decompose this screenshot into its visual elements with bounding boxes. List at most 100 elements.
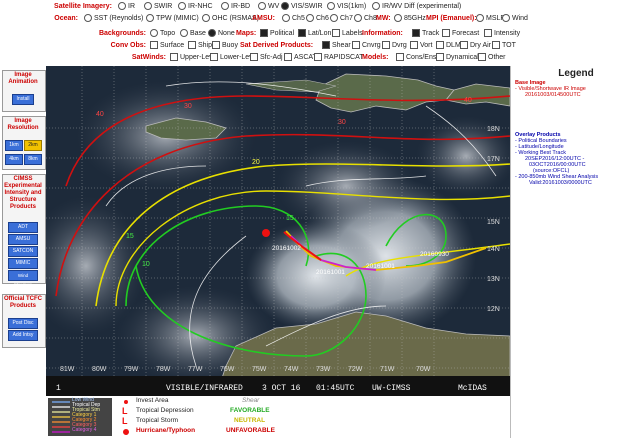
radio-ir-wv-diff[interactable]: IR/WV Diff (experimental) — [372, 1, 461, 12]
lon-label: 77W — [188, 366, 203, 373]
checkbox-cons-ens[interactable]: Cons/Ens — [396, 52, 436, 63]
checkbox-surface[interactable]: Surface — [150, 40, 184, 51]
conv-obs-label: Conv Obs: — [110, 42, 146, 49]
checkbox-forecast[interactable]: Forecast — [442, 28, 479, 39]
cimss-title: CIMSS Experimental Intensity and Structu… — [4, 176, 42, 210]
mimic-button[interactable]: MIMIC — [8, 258, 38, 269]
checkbox-vort[interactable]: Vort — [410, 40, 432, 51]
radio-ohc[interactable]: OHC (RSMAS) — [202, 13, 259, 24]
track-date-label: 20160930 — [420, 251, 449, 258]
checkbox-shear[interactable]: Shear — [322, 40, 351, 51]
radio-sst[interactable]: SST (Reynolds) — [84, 13, 143, 24]
td-symbol: L — [122, 406, 128, 416]
checkbox-sfc-adj[interactable]: Sfc-Adj — [250, 52, 283, 63]
checkbox-dynamical[interactable]: Dynamical — [436, 52, 479, 63]
checkbox-buoy[interactable]: Buoy — [212, 40, 238, 51]
checkbox-ascat[interactable]: ASCAT — [284, 52, 317, 63]
checkbox-political[interactable]: Political — [260, 28, 294, 39]
shear-legend-title: Shear — [242, 397, 260, 404]
information-label: Information: — [362, 30, 403, 37]
cloud-band — [276, 141, 416, 231]
satcon-button[interactable]: SATCON — [8, 246, 38, 257]
lon-label: 78W — [156, 366, 171, 373]
checkbox-lower-lev[interactable]: Lower-Lev — [210, 52, 253, 63]
satwinds-row: SatWinds: Upper-Lev Lower-Lev Sfc-Adj AS… — [0, 52, 640, 63]
radio-wind[interactable]: Wind — [502, 13, 528, 24]
conv-obs-row: Conv Obs: Surface Ship Buoy Sat Derived … — [0, 40, 640, 51]
radio-topo[interactable]: Topo — [150, 28, 175, 39]
satellite-imagery-label: Satellite Imagery: — [54, 3, 112, 10]
lat-label-14n: 14N — [487, 246, 500, 253]
radio-vis-1km[interactable]: VIS(1km) — [327, 1, 366, 12]
map-svg: 18N 17N 15N 14N 13N 12N 81W 80W 79W 78W … — [46, 66, 510, 396]
lon-label: 81W — [60, 366, 75, 373]
lon-label: 70W — [416, 366, 431, 373]
checkbox-other[interactable]: Other — [478, 52, 506, 63]
track-date-label: 20161001 — [316, 269, 345, 276]
legend-ts-label: Tropical Storm — [136, 417, 179, 424]
radio-ir[interactable]: IR — [118, 1, 135, 12]
checkbox-labels[interactable]: Labels — [332, 28, 363, 39]
checkbox-upper-lev[interactable]: Upper-Lev — [170, 52, 213, 63]
checkbox-dry-air[interactable]: Dry Air — [460, 40, 491, 51]
radio-amsu-ch7[interactable]: Ch7 — [330, 13, 353, 24]
radio-amsu-ch8[interactable]: Ch8 — [354, 13, 377, 24]
animation-title: Image Animation — [8, 72, 38, 85]
radio-mslp[interactable]: MSLP — [476, 13, 505, 24]
radio-none[interactable]: None — [208, 28, 235, 39]
lon-label: 71W — [380, 366, 395, 373]
checkbox-tot[interactable]: TOT — [492, 40, 516, 51]
legend-invest-label: Invest Area — [136, 397, 169, 404]
lon-label: 72W — [348, 366, 363, 373]
radio-ir-nhc[interactable]: IR-NHC — [178, 1, 213, 12]
lat-label-18n: 18N — [487, 126, 500, 133]
lon-label: 80W — [92, 366, 107, 373]
install-button[interactable]: Install — [12, 94, 34, 105]
radio-85ghz[interactable]: 85GHz — [394, 13, 426, 24]
radio-ir-bd[interactable]: IR-BD — [221, 1, 250, 12]
legend-title: Legend — [558, 68, 594, 79]
radio-amsu-ch5[interactable]: Ch5 — [282, 13, 305, 24]
hurricane-legend-symbol — [123, 429, 129, 435]
satellite-map[interactable]: 18N 17N 15N 14N 13N 12N 81W 80W 79W 78W … — [46, 66, 510, 396]
backgrounds-row: Backgrounds: Topo Base None Maps: Politi… — [0, 28, 640, 39]
shear-favorable: FAVORABLE — [230, 407, 270, 414]
footer-date: 3 OCT 16 — [262, 384, 301, 393]
radio-vis-swir[interactable]: VIS/SWIR — [281, 1, 323, 12]
checkbox-dvrg[interactable]: Dvrg — [382, 40, 407, 51]
shear-label-40: 40 — [96, 111, 104, 118]
radio-wv[interactable]: WV — [258, 1, 279, 12]
radio-swir[interactable]: SWIR — [144, 1, 172, 12]
checkbox-intensity[interactable]: Intensity — [484, 28, 520, 39]
shear-label-15b: 15 — [286, 215, 294, 222]
footer-time: 01:45UTC — [316, 384, 355, 393]
overlay-line: Valid:20161003/0000UTC — [529, 180, 592, 186]
legend-td-label: Tropical Depression — [136, 407, 194, 414]
checkbox-latlon[interactable]: Lat/Lon — [298, 28, 331, 39]
track-date-label: 20161002 — [272, 245, 301, 252]
checkbox-dlm[interactable]: DLM — [436, 40, 461, 51]
amsu-button[interactable]: AMSU — [8, 234, 38, 245]
radio-base[interactable]: Base — [180, 28, 206, 39]
checkbox-track[interactable]: Track — [412, 28, 439, 39]
add-intsy-button[interactable]: Add Intsy — [8, 330, 38, 341]
wind-structure-button[interactable]: Wind Structure — [8, 270, 38, 287]
lon-label: 76W — [220, 366, 235, 373]
res-8km-button[interactable]: 8km — [24, 154, 42, 165]
checkbox-rapidscat[interactable]: RAPIDSCAT — [314, 52, 364, 63]
radio-tpw[interactable]: TPW (MIMIC) — [146, 13, 199, 24]
res-2km-button[interactable]: 2km — [24, 140, 42, 151]
resolution-title: Image Resolution — [7, 118, 39, 131]
left-panel: Image Animation Install Image Resolution… — [0, 66, 46, 438]
shear-label-15: 15 — [126, 233, 134, 240]
footer-tool: McIDAS — [458, 384, 487, 393]
res-1km-button[interactable]: 1km — [5, 140, 23, 151]
checkbox-ship[interactable]: Ship — [188, 40, 212, 51]
post-disc-button[interactable]: Post Disc — [8, 318, 38, 329]
adt-button[interactable]: ADT — [8, 222, 38, 233]
radio-amsu-ch6[interactable]: Ch6 — [306, 13, 329, 24]
res-4km-button[interactable]: 4km — [5, 154, 23, 165]
lon-label: 74W — [284, 366, 299, 373]
lat-label-12n: 12N — [487, 306, 500, 313]
checkbox-cnvrg[interactable]: Cnvrg — [352, 40, 381, 51]
